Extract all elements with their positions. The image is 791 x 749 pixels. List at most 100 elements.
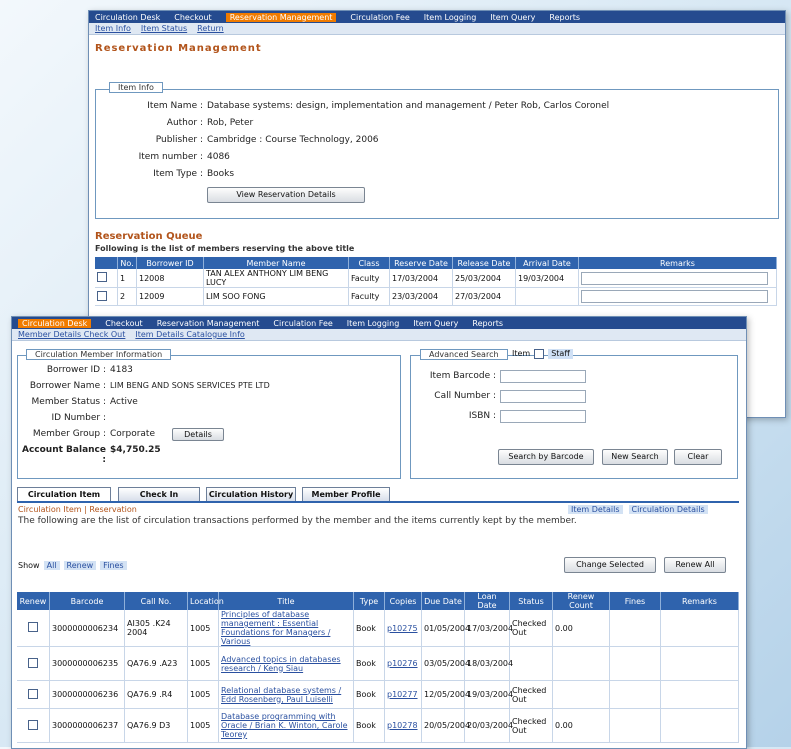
remarks-input[interactable] [581,271,769,285]
search-mode-item[interactable]: Item [512,349,530,359]
subnav-item-status[interactable]: Item Status [141,24,187,33]
table-cell: 3000000006234 [49,610,125,647]
search-mode-staff[interactable]: Staff [548,349,573,359]
tab-circulation-history[interactable]: Circulation History [206,487,296,501]
nav-item-query[interactable]: Item Query [490,13,535,22]
subnav-return[interactable]: Return [197,24,224,33]
view-reservation-details-button[interactable]: View Reservation Details [207,187,365,203]
nav-item-checkout[interactable]: Checkout [105,319,142,328]
renew-cell[interactable] [17,646,50,681]
copies-link[interactable]: p10275 [384,610,422,647]
show-renew-option[interactable]: Renew [63,561,97,570]
member-group-details-button[interactable]: Details [172,428,224,441]
remarks-input[interactable] [581,290,769,303]
col-release-date: Release Date [452,257,516,269]
row-checkbox[interactable] [97,290,107,301]
author-label: Author : [166,118,203,128]
search-by-barcode-button[interactable]: Search by Barcode [498,449,594,465]
copies-link[interactable]: p10276 [384,646,422,681]
tab-circulation-item[interactable]: Circulation Item [17,487,111,501]
renew-cell[interactable] [17,708,50,743]
account-balance-value: $4,750.25 [110,445,161,455]
row-checkbox[interactable] [97,272,107,282]
tab-check-in[interactable]: Check In [118,487,200,501]
renew-checkbox[interactable] [28,657,38,668]
nav-item-circulation-desk[interactable]: Circulation Desk [18,318,92,328]
renew-checkbox[interactable] [28,719,38,730]
nav-item-circulation-desk[interactable]: Circulation Desk [95,13,160,22]
renew-checkbox[interactable] [28,688,38,699]
table-row: 3000000006236 QA76.9 .R4 1005 Relational… [17,680,739,709]
table-cell [552,680,610,709]
nav-item-logging[interactable]: Item Logging [424,13,477,22]
copies-link[interactable]: p10277 [384,680,422,709]
table-cell [660,610,739,647]
call-number-label: Call Number : [434,391,496,401]
item-mode-checkbox[interactable] [534,349,545,359]
account-balance-label: Account Balance : [21,445,106,465]
reservation-queue-title: Reservation Queue [95,231,203,242]
nav-item-reservation[interactable]: Reservation Management [157,319,260,328]
circulation-table: Renew Barcode Call No. Location Title Ty… [17,592,739,743]
table-cell: 19/03/2004 [515,269,579,288]
table-row: 3000000006234 AI305 .K24 2004 1005 Princ… [17,610,739,647]
col-fines: Fines [609,592,661,610]
publisher-value: Cambridge : Course Technology, 2006 [207,135,379,145]
table-cell: TAN ALEX ANTHONY LIM BENG LUCY [203,269,349,288]
barcode-input[interactable] [500,370,586,383]
nav-item-logging[interactable]: Item Logging [347,319,400,328]
top-nav: Circulation Desk Checkout Reservation Ma… [89,11,785,23]
copies-link[interactable]: p10278 [384,708,422,743]
table-cell: 1 [117,269,137,288]
isbn-input[interactable] [500,410,586,423]
nav-item-checkout[interactable]: Checkout [174,13,211,22]
row-select[interactable] [95,287,118,306]
table-cell: 20/05/2004 [421,708,470,743]
title-link[interactable]: Principles of database management : Esse… [218,610,354,647]
tab-member-profile[interactable]: Member Profile [302,487,390,501]
circulation-details-link[interactable]: Circulation Details [628,505,708,514]
search-mode-toggle: Item Staff [512,349,573,359]
page-title: Reservation Management [95,43,262,54]
subnav-item-details[interactable]: Item Details Catalogue Info [135,330,244,339]
table-cell: Book [353,680,385,709]
sub-nav: Member Details Check Out Item Details Ca… [12,329,746,341]
remarks-cell [578,287,777,306]
title-link[interactable]: Database programming with Oracle / Brian… [218,708,354,743]
table-cell [660,708,739,743]
table-cell: Faculty [348,287,390,306]
barcode-label: Item Barcode : [429,371,496,381]
renew-all-button[interactable]: Renew All [664,557,726,573]
col-borrower-id: Borrower ID [136,257,204,269]
table-cell: 17/03/2004 [389,269,453,288]
table-cell [515,287,579,306]
nav-item-fee[interactable]: Circulation Fee [273,319,332,328]
nav-item-reports[interactable]: Reports [472,319,503,328]
section-title: Circulation Item | Reservation [18,505,137,514]
table-cell: 12009 [136,287,204,306]
row-select[interactable] [95,269,118,288]
item-number-value: 4086 [207,152,230,162]
title-link[interactable]: Relational database systems / Edd Rosenb… [218,680,354,709]
new-search-button[interactable]: New Search [602,449,668,465]
renew-cell[interactable] [17,680,50,709]
call-number-input[interactable] [500,390,586,403]
col-class: Class [348,257,390,269]
nav-item-fee[interactable]: Circulation Fee [350,13,409,22]
subnav-item-info[interactable]: Item Info [95,24,131,33]
nav-item-query[interactable]: Item Query [413,319,458,328]
table-cell: QA76.9 .A23 [124,646,188,681]
item-details-link[interactable]: Item Details [568,505,623,514]
renew-cell[interactable] [17,610,50,647]
col-type: Type [353,592,385,610]
clear-button[interactable]: Clear [674,449,722,465]
nav-item-reservation[interactable]: Reservation Management [225,12,337,22]
show-fines-option[interactable]: Fines [100,561,127,570]
tab-divider [17,501,739,503]
nav-item-reports[interactable]: Reports [549,13,580,22]
subnav-member-details[interactable]: Member Details Check Out [18,330,125,339]
change-selected-button[interactable]: Change Selected [564,557,656,573]
show-all-option[interactable]: All [43,561,60,570]
renew-checkbox[interactable] [28,622,38,632]
title-link[interactable]: Advanced topics in databases research / … [218,646,354,681]
